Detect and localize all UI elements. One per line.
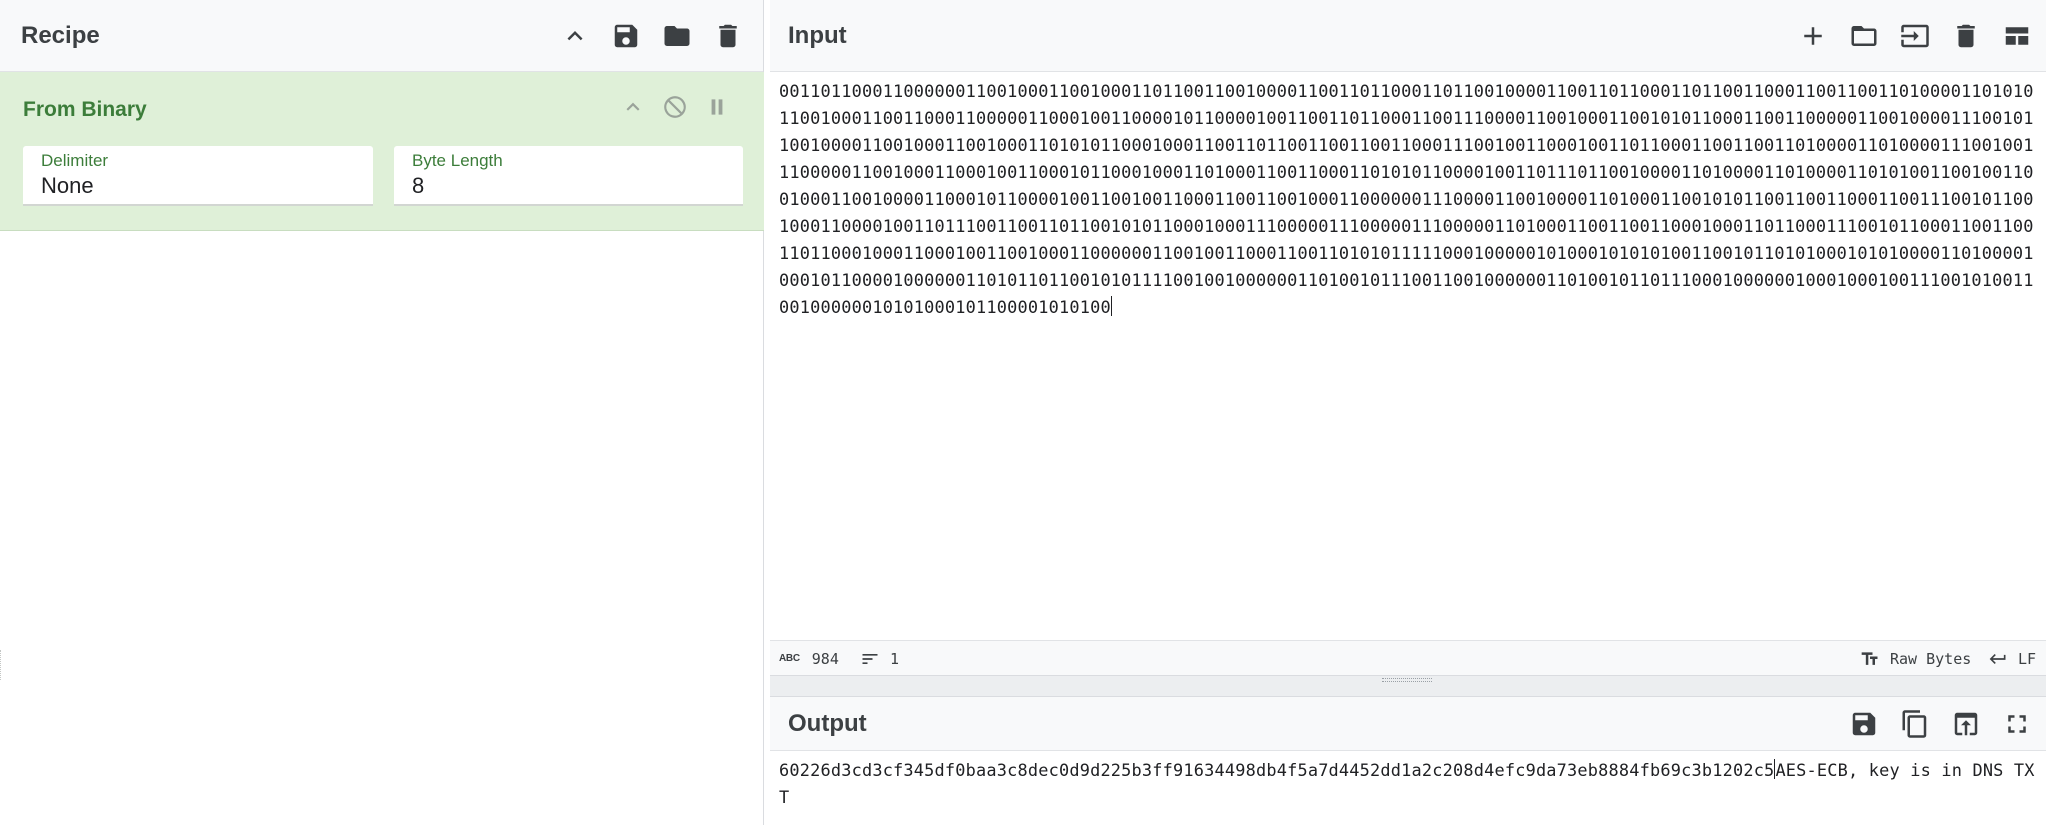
layout-icon bbox=[2005, 27, 2028, 45]
encoding-label: Raw Bytes bbox=[1890, 649, 1972, 668]
line-count: 1 bbox=[890, 649, 900, 668]
replace-input-button[interactable] bbox=[1940, 699, 1991, 750]
output-toolbar bbox=[1838, 697, 2042, 751]
recipe-title: Recipe bbox=[21, 21, 100, 49]
trash-icon bbox=[1956, 24, 1975, 48]
operation-title: From Binary bbox=[23, 98, 147, 121]
disable-icon bbox=[664, 96, 686, 118]
folder-icon bbox=[664, 26, 689, 46]
operation-from-binary[interactable]: From Binary Delimiter None Byte Length 8 bbox=[0, 72, 764, 231]
load-recipe-button[interactable] bbox=[651, 11, 702, 62]
folder-icon bbox=[1851, 26, 1876, 46]
trash-icon bbox=[718, 24, 737, 48]
recipe-pane: Recipe From Binary Delimiter None Byte L… bbox=[0, 0, 764, 825]
output-pane: Output 60226d3cd3cf345df0baa3c8dec0d9d22… bbox=[770, 697, 2046, 825]
plus-icon bbox=[1803, 27, 1822, 45]
reset-layout-button[interactable] bbox=[1991, 11, 2042, 62]
maximise-output-button[interactable] bbox=[1991, 699, 2042, 750]
input-pane: Input 0011011000110000001100100011001000… bbox=[770, 0, 2046, 675]
input-header: Input bbox=[770, 0, 2046, 72]
input-status-bar: ABC 984 1 Raw Bytes LF bbox=[770, 640, 2046, 675]
save-icon bbox=[614, 24, 637, 48]
input-textarea[interactable]: 0011011000110000001100100011001000110110… bbox=[779, 78, 2037, 678]
output-content-before: 60226d3cd3cf345df0baa3c8dec0d9d225b3ff91… bbox=[779, 760, 1775, 780]
input-title: Input bbox=[788, 21, 847, 49]
input-toolbar bbox=[1787, 0, 2042, 72]
collapse-recipe-button[interactable] bbox=[549, 11, 600, 62]
save-recipe-button[interactable] bbox=[600, 11, 651, 62]
add-input-tab-button[interactable] bbox=[1787, 11, 1838, 62]
output-title: Output bbox=[788, 709, 867, 737]
pane-resize-handle[interactable] bbox=[0, 650, 6, 680]
output-textarea[interactable]: 60226d3cd3cf345df0baa3c8dec0d9d225b3ff91… bbox=[779, 757, 2037, 823]
pause-icon bbox=[711, 99, 723, 115]
text-format-icon bbox=[1861, 651, 1878, 665]
eol-label: LF bbox=[2018, 649, 2037, 668]
byte-length-label: Byte Length bbox=[412, 151, 503, 170]
output-header: Output bbox=[770, 697, 2046, 751]
delimiter-label: Delimiter bbox=[41, 151, 109, 170]
insert-input-icon bbox=[1900, 24, 1929, 48]
text-caret bbox=[1110, 296, 1112, 316]
char-count: 984 bbox=[811, 649, 839, 668]
splitter-grip[interactable] bbox=[1382, 678, 1432, 682]
save-icon bbox=[1852, 712, 1875, 736]
clear-recipe-button[interactable] bbox=[702, 11, 753, 62]
disable-operation-button[interactable] bbox=[654, 86, 696, 128]
fullscreen-icon bbox=[2007, 715, 2026, 733]
return-arrow-icon bbox=[1989, 653, 2006, 664]
abc-icon: ABC bbox=[779, 653, 800, 664]
lines-icon bbox=[862, 653, 878, 664]
save-output-button[interactable] bbox=[1838, 699, 1889, 750]
clear-input-button[interactable] bbox=[1940, 11, 1991, 62]
operation-controls bbox=[612, 86, 738, 128]
recipe-header: Recipe bbox=[0, 0, 763, 72]
chevron-up-icon bbox=[567, 31, 582, 41]
byte-length-field[interactable]: Byte Length 8 bbox=[394, 146, 743, 206]
delimiter-field[interactable]: Delimiter None bbox=[23, 146, 373, 206]
pause-operation-button[interactable] bbox=[696, 86, 738, 128]
copy-output-button[interactable] bbox=[1889, 699, 1940, 750]
char-count-indicator: ABC 984 bbox=[779, 641, 839, 676]
open-input-folder-button[interactable] bbox=[1889, 11, 1940, 62]
encoding-selector[interactable]: Raw Bytes bbox=[1860, 641, 1971, 676]
io-splitter[interactable] bbox=[770, 675, 2046, 697]
line-count-indicator: 1 bbox=[860, 641, 899, 676]
delimiter-value: None bbox=[41, 173, 94, 198]
byte-length-value: 8 bbox=[412, 173, 425, 198]
replace-input-icon bbox=[1954, 712, 1977, 736]
recipe-toolbar bbox=[549, 0, 753, 72]
copy-icon bbox=[1902, 710, 1926, 738]
collapse-operation-button[interactable] bbox=[612, 86, 654, 128]
chevron-up-icon bbox=[626, 102, 640, 111]
eol-selector[interactable]: LF bbox=[1988, 641, 2036, 676]
open-input-file-button[interactable] bbox=[1838, 11, 1889, 62]
input-content: 0011011000110000001100100011001000110110… bbox=[779, 81, 2034, 317]
